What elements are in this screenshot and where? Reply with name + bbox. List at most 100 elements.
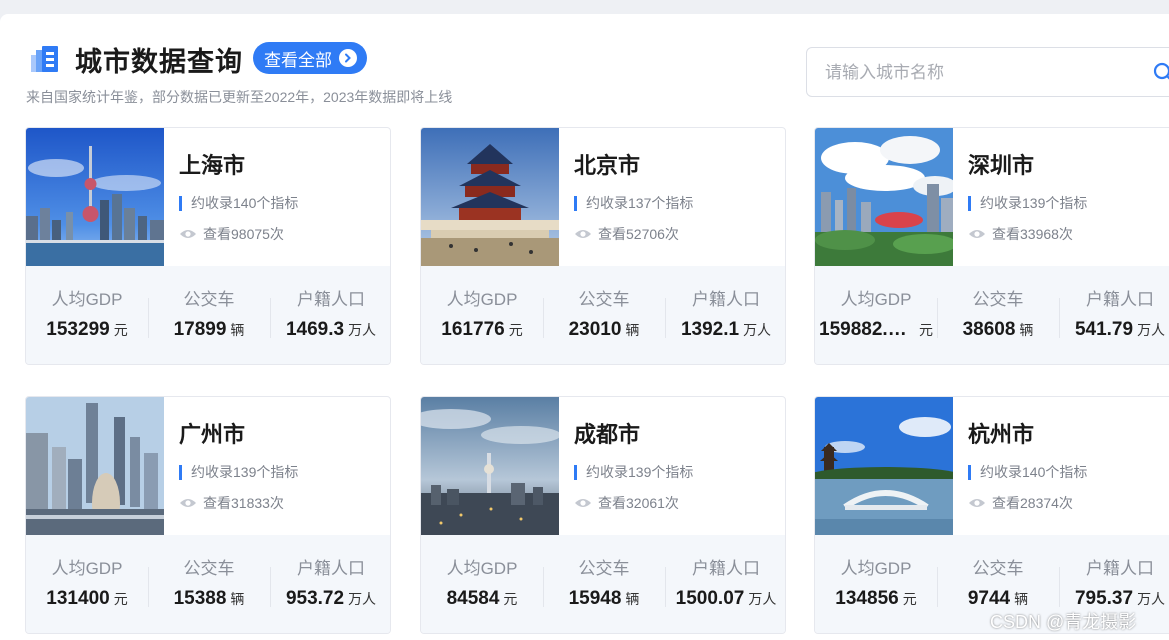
stat-bus: 公交车 15388 辆 — [148, 535, 270, 633]
stat-value-bus: 9744 辆 — [937, 588, 1059, 610]
search-input[interactable] — [825, 61, 1125, 85]
city-card[interactable]: 上海市 约收录140个指标 查看98075次 人均GDP 153299 元 公交车… — [25, 127, 391, 365]
gdp-unit: 元 — [902, 591, 917, 607]
stat-value-population: 795.37 万人 — [1059, 588, 1169, 610]
database-logo-icon — [31, 46, 58, 72]
gdp-unit: 元 — [113, 591, 128, 607]
view-count: 查看33968次 — [968, 224, 1073, 244]
view-count-text: 查看31833次 — [203, 495, 284, 511]
city-card[interactable]: 成都市 约收录139个指标 查看32061次 人均GDP 84584 元 公交车 … — [420, 396, 786, 634]
city-name: 北京市 — [574, 153, 641, 178]
population-unit: 万人 — [348, 591, 377, 607]
stat-label-bus: 公交车 — [183, 290, 235, 309]
bus-unit: 辆 — [230, 591, 245, 607]
population-unit: 万人 — [1137, 591, 1166, 607]
view-all-button[interactable]: 查看全部 — [253, 42, 367, 74]
city-name: 成都市 — [574, 422, 641, 447]
stat-label-gdp: 人均GDP — [840, 559, 912, 578]
stat-gdp: 人均GDP 159882.5… 元 — [815, 266, 937, 364]
stat-value-gdp: 161776 元 — [421, 319, 543, 341]
stat-population: 户籍人口 541.79 万人 — [1059, 266, 1169, 364]
population-value: 1469.3 — [285, 319, 345, 340]
city-card[interactable]: 北京市 约收录137个指标 查看52706次 人均GDP 161776 元 公交车… — [420, 127, 786, 365]
view-count: 查看28374次 — [968, 493, 1073, 513]
search-icon[interactable] — [1153, 62, 1169, 84]
stat-label-bus: 公交车 — [578, 290, 630, 309]
stat-label-gdp: 人均GDP — [446, 559, 518, 578]
bus-unit: 辆 — [625, 591, 640, 607]
stat-value-bus: 38608 辆 — [937, 319, 1059, 341]
city-stats: 人均GDP 161776 元 公交车 23010 辆 户籍人口 1392.1 万人 — [421, 266, 785, 364]
population-value: 795.37 — [1074, 588, 1134, 609]
indicator-count: 约收录139个指标 — [179, 465, 298, 480]
gdp-value: 131400 — [46, 588, 110, 609]
city-photo — [26, 397, 164, 535]
stat-label-population: 户籍人口 — [1086, 290, 1154, 309]
bus-value: 9744 — [967, 588, 1011, 609]
eye-icon — [969, 499, 985, 507]
stat-value-population: 541.79 万人 — [1059, 319, 1169, 341]
stat-gdp: 人均GDP 153299 元 — [26, 266, 148, 364]
stat-label-population: 户籍人口 — [297, 559, 365, 578]
stat-gdp: 人均GDP 131400 元 — [26, 535, 148, 633]
gdp-unit: 元 — [919, 322, 933, 338]
stat-gdp: 人均GDP 134856 元 — [815, 535, 937, 633]
bus-unit: 辆 — [1014, 591, 1029, 607]
gdp-value: 161776 — [441, 319, 505, 340]
bus-unit: 辆 — [230, 322, 245, 338]
stat-value-bus: 17899 辆 — [148, 319, 270, 341]
stat-gdp: 人均GDP 161776 元 — [421, 266, 543, 364]
population-unit: 万人 — [1137, 322, 1166, 338]
view-count: 查看31833次 — [179, 493, 284, 513]
stat-label-gdp: 人均GDP — [446, 290, 518, 309]
eye-icon — [180, 499, 196, 507]
stat-value-bus: 23010 辆 — [543, 319, 665, 341]
stat-bus: 公交车 38608 辆 — [937, 266, 1059, 364]
city-stats: 人均GDP 84584 元 公交车 15948 辆 户籍人口 1500.07 万人 — [421, 535, 785, 633]
stat-label-population: 户籍人口 — [297, 290, 365, 309]
stat-value-bus: 15388 辆 — [148, 588, 270, 610]
population-value: 1500.07 — [675, 588, 745, 609]
population-unit: 万人 — [348, 322, 377, 338]
bus-value: 38608 — [962, 319, 1016, 340]
bus-unit: 辆 — [1019, 322, 1034, 338]
view-count-text: 查看28374次 — [992, 495, 1073, 511]
stat-value-population: 1392.1 万人 — [665, 319, 785, 341]
stat-bus: 公交车 23010 辆 — [543, 266, 665, 364]
bus-value: 17899 — [173, 319, 227, 340]
stat-population: 户籍人口 953.72 万人 — [270, 535, 390, 633]
gdp-value: 84584 — [446, 588, 500, 609]
stat-label-bus: 公交车 — [578, 559, 630, 578]
eye-icon — [575, 499, 591, 507]
stat-value-population: 1469.3 万人 — [270, 319, 390, 341]
view-count-text: 查看52706次 — [598, 226, 679, 242]
city-card[interactable]: 杭州市 约收录140个指标 查看28374次 人均GDP 134856 元 公交车… — [814, 396, 1169, 634]
city-stats: 人均GDP 159882.5… 元 公交车 38608 辆 户籍人口 541.79 万… — [815, 266, 1169, 364]
eye-icon — [969, 230, 985, 238]
bus-unit: 辆 — [625, 322, 640, 338]
population-value: 541.79 — [1074, 319, 1134, 340]
gdp-value: 159882.5… — [819, 319, 915, 340]
stat-label-bus: 公交车 — [972, 559, 1024, 578]
page-subtitle: 来自国家统计年鉴，部分数据已更新至2022年，2023年数据即将上线 — [26, 89, 453, 105]
search-box — [806, 47, 1169, 97]
stat-value-population: 953.72 万人 — [270, 588, 390, 610]
city-card[interactable]: 深圳市 约收录139个指标 查看33968次 人均GDP 159882.5… 元 … — [814, 127, 1169, 365]
city-card[interactable]: 广州市 约收录139个指标 查看31833次 人均GDP 131400 元 公交车… — [25, 396, 391, 634]
stat-value-gdp: 134856 元 — [815, 588, 937, 610]
gdp-value: 134856 — [835, 588, 899, 609]
city-photo — [421, 397, 559, 535]
population-value: 953.72 — [285, 588, 345, 609]
gdp-unit: 元 — [508, 322, 523, 338]
stat-value-gdp: 131400 元 — [26, 588, 148, 610]
bus-value: 23010 — [568, 319, 622, 340]
indicator-count: 约收录137个指标 — [574, 196, 693, 211]
view-count-text: 查看32061次 — [598, 495, 679, 511]
indicator-count: 约收录139个指标 — [968, 196, 1087, 211]
view-count: 查看32061次 — [574, 493, 679, 513]
csdn-watermark: CSDN @青龙摄影 — [990, 612, 1137, 632]
stat-value-gdp: 159882.5… 元 — [815, 319, 937, 341]
city-photo — [421, 128, 559, 266]
gdp-unit: 元 — [503, 591, 518, 607]
stat-label-population: 户籍人口 — [1086, 559, 1154, 578]
